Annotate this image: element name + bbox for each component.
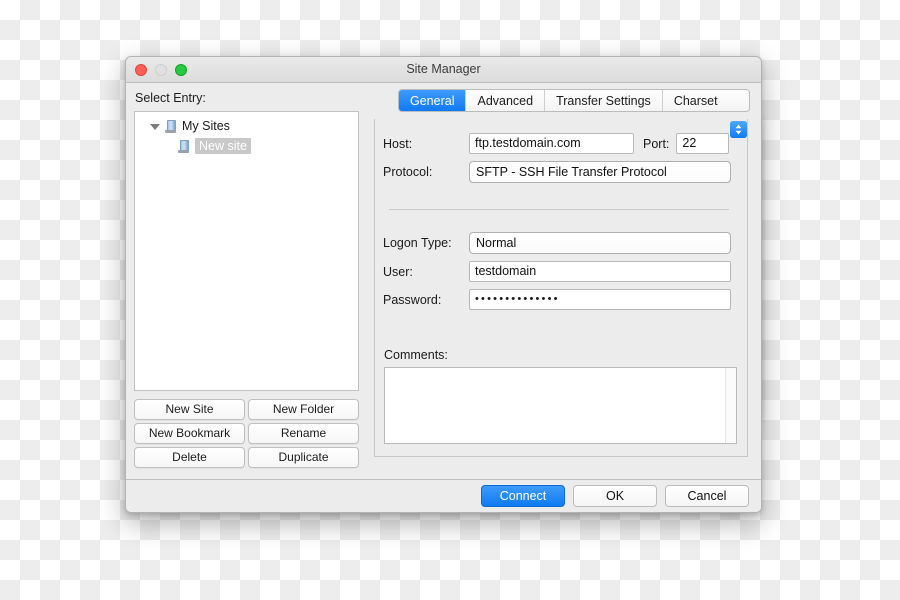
section-divider	[389, 209, 729, 210]
host-row: Host: ftp.testdomain.com Port: 22	[383, 133, 731, 154]
connect-button[interactable]: Connect	[481, 485, 565, 507]
protocol-row: Protocol: SFTP - SSH File Transfer Proto…	[383, 121, 747, 183]
comments-textarea[interactable]	[384, 367, 737, 444]
dialog-body: Select Entry: My Sites New site New Site…	[126, 83, 761, 479]
new-folder-button[interactable]: New Folder	[248, 399, 359, 420]
window-titlebar: Site Manager	[126, 57, 761, 83]
host-label: Host:	[383, 136, 413, 151]
comments-scrollbar[interactable]	[725, 368, 736, 443]
select-entry-pane: Select Entry: My Sites New site New Site…	[126, 83, 368, 479]
password-row: Password: ••••••••••••••	[383, 289, 731, 310]
ok-button[interactable]: OK	[573, 485, 657, 507]
duplicate-button[interactable]: Duplicate	[248, 447, 359, 468]
settings-pane: General Advanced Transfer Settings Chars…	[374, 83, 756, 479]
protocol-select[interactable]: SFTP - SSH File Transfer Protocol	[469, 161, 731, 183]
tree-action-buttons: New Site New Folder New Bookmark Rename …	[134, 399, 359, 468]
host-input[interactable]: ftp.testdomain.com	[469, 133, 634, 154]
disclosure-triangle-icon[interactable]	[149, 120, 162, 133]
settings-tab-bar: General Advanced Transfer Settings Chars…	[398, 89, 750, 112]
tree-item-label: My Sites	[182, 119, 230, 133]
cancel-button[interactable]: Cancel	[665, 485, 749, 507]
tree-item-my-sites[interactable]: My Sites	[135, 116, 358, 136]
user-row: User: testdomain	[383, 261, 731, 282]
port-label: Port:	[643, 136, 670, 151]
comments-label: Comments:	[384, 348, 448, 362]
protocol-label: Protocol:	[383, 165, 433, 179]
logon-type-row: Logon Type: Normal	[383, 121, 747, 254]
footer-button-group: Connect OK Cancel	[481, 485, 749, 507]
tab-charset[interactable]: Charset	[663, 90, 729, 111]
select-entry-label: Select Entry:	[135, 91, 206, 105]
tree-item-new-site[interactable]: New site	[135, 136, 358, 156]
general-tab-panel: Host: ftp.testdomain.com Port: 22 Protoc…	[374, 119, 748, 457]
dialog-footer: Connect OK Cancel	[126, 479, 761, 512]
site-tree[interactable]: My Sites New site	[134, 111, 359, 391]
tree-item-label[interactable]: New site	[195, 138, 251, 154]
user-input[interactable]: testdomain	[469, 261, 731, 282]
user-label: User:	[383, 264, 413, 279]
logon-type-label: Logon Type:	[383, 236, 452, 250]
chevron-updown-icon[interactable]	[730, 121, 747, 138]
window-title: Site Manager	[406, 62, 481, 76]
rename-button[interactable]: Rename	[248, 423, 359, 444]
tab-general[interactable]: General	[399, 90, 467, 111]
port-input[interactable]: 22	[676, 133, 730, 154]
site-manager-dialog: Site Manager Select Entry: My Sites New …	[125, 56, 762, 513]
new-site-button[interactable]: New Site	[134, 399, 245, 420]
password-label: Password:	[383, 292, 442, 307]
tab-advanced[interactable]: Advanced	[466, 90, 546, 111]
new-bookmark-button[interactable]: New Bookmark	[134, 423, 245, 444]
server-icon	[177, 139, 191, 154]
server-icon	[164, 119, 178, 134]
logon-type-select[interactable]: Normal	[469, 232, 731, 254]
tab-transfer-settings[interactable]: Transfer Settings	[545, 90, 663, 111]
delete-button[interactable]: Delete	[134, 447, 245, 468]
password-input[interactable]: ••••••••••••••	[469, 289, 731, 310]
